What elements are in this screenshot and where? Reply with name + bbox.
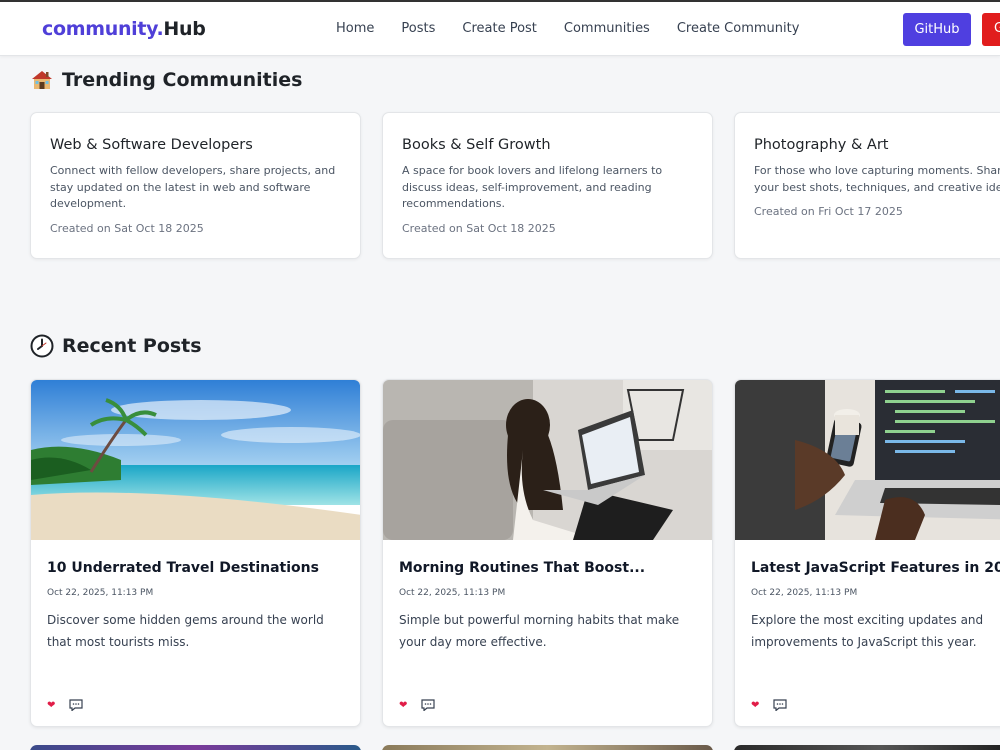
post-excerpt: Simple but powerful morning habits that … [399,613,680,649]
community-title: Web & Software Developers [50,137,253,153]
recent-section-header: Recent Posts [30,334,202,358]
post-card[interactable]: Morning Routines That Boost... Oct 22, 2… [382,379,713,727]
site-logo[interactable]: community.Hub [42,18,206,40]
github-button[interactable]: GitHub [903,13,971,46]
post-date: Oct 22, 2025, 11:13 PM [47,588,154,598]
post-card-peek[interactable] [734,745,1000,750]
house-icon [30,68,54,92]
logo-part-community: community. [42,18,164,40]
logo-part-hub: Hub [163,18,206,40]
comment-icon[interactable] [69,696,83,715]
nav-link-create-community[interactable]: Create Community [677,21,800,36]
community-card[interactable]: Photography & Art For those who love cap… [734,112,1000,259]
community-title: Books & Self Growth [402,137,551,153]
heart-icon[interactable]: ❤ [399,700,407,711]
red-action-button[interactable]: G [982,13,1000,46]
community-created-date: Created on Fri Oct 17 2025 [754,205,903,218]
clock-icon [30,334,54,358]
post-title[interactable]: Latest JavaScript Features in 2025 [751,560,1000,576]
trending-title: Trending Communities [62,69,303,91]
nav-link-create-post[interactable]: Create Post [462,21,537,36]
community-description: For those who love capturing moments. Sh… [754,164,1000,194]
post-card-peek[interactable] [30,745,361,750]
post-excerpt: Explore the most exciting updates and im… [751,613,984,649]
nav-link-posts[interactable]: Posts [401,21,435,36]
community-card[interactable]: Books & Self Growth A space for book lov… [382,112,713,259]
nav-link-home[interactable]: Home [336,21,374,36]
nav-links: Home Posts Create Post Communities Creat… [336,21,826,36]
comment-icon[interactable] [773,696,787,715]
post-card-peek[interactable] [382,745,713,750]
nav-link-communities[interactable]: Communities [564,21,650,36]
community-title: Photography & Art [754,137,889,153]
post-title[interactable]: 10 Underrated Travel Destinations [47,560,344,576]
laptop-woman-image[interactable] [383,380,712,540]
beach-image[interactable] [31,380,360,540]
trending-section-header: Trending Communities [30,68,302,92]
post-excerpt: Discover some hidden gems around the wor… [47,613,324,649]
coding-laptop-image[interactable] [735,380,1000,540]
heart-icon[interactable]: ❤ [751,700,759,711]
comment-icon[interactable] [421,696,435,715]
community-card[interactable]: Web & Software Developers Connect with f… [30,112,361,259]
post-card[interactable]: 10 Underrated Travel Destinations Oct 22… [30,379,361,727]
post-card[interactable]: Latest JavaScript Features in 2025 Oct 2… [734,379,1000,727]
post-date: Oct 22, 2025, 11:13 PM [751,588,858,598]
navbar: community.Hub Home Posts Create Post Com… [0,2,1000,56]
post-date: Oct 22, 2025, 11:13 PM [399,588,506,598]
heart-icon[interactable]: ❤ [47,700,55,711]
post-title[interactable]: Morning Routines That Boost... [399,560,696,576]
community-created-date: Created on Sat Oct 18 2025 [402,221,556,235]
post-actions: ❤ [399,696,435,715]
community-description: Connect with fellow developers, share pr… [50,164,336,210]
post-actions: ❤ [751,696,787,715]
recent-title: Recent Posts [62,335,202,357]
community-created-date: Created on Sat Oct 18 2025 [50,221,204,235]
community-description: A space for book lovers and lifelong lea… [402,164,663,210]
post-actions: ❤ [47,696,83,715]
